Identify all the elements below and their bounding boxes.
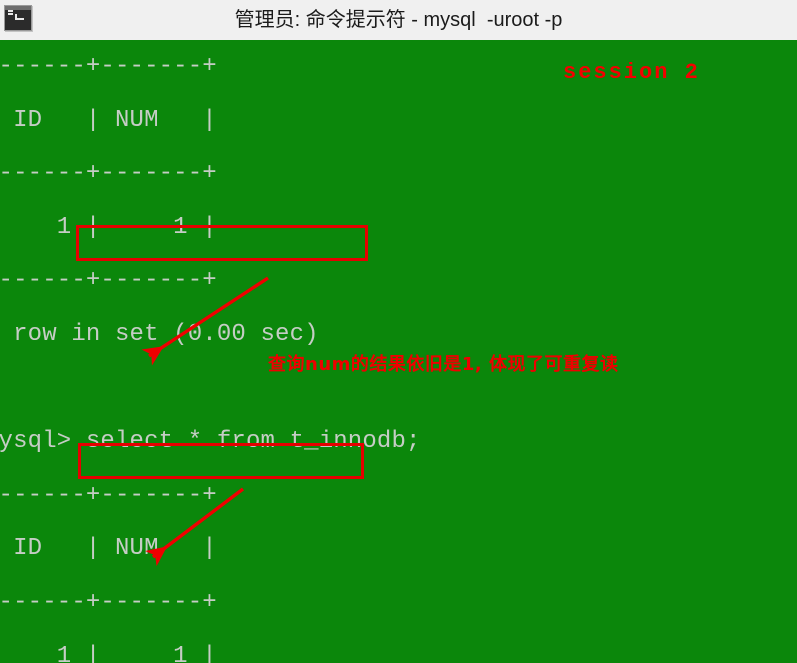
terminal-line: +------+-------+	[0, 267, 217, 295]
terminal-line: +------+-------+	[0, 160, 217, 188]
terminal-line: +------+-------+	[0, 481, 217, 509]
screenshot-root: 管理员: 命令提示符 - mysql -uroot -p +------+---…	[0, 0, 797, 663]
session-label-annotation: session 2	[563, 60, 700, 85]
terminal-line: | 1 | 1 |	[0, 642, 217, 663]
window-title-bar: 管理员: 命令提示符 - mysql -uroot -p	[0, 0, 797, 41]
repeatable-read-note-annotation: 查询num的结果依旧是1, 体现了可重复读	[268, 354, 619, 375]
window-title: 管理员: 命令提示符 - mysql -uroot -p	[234, 9, 563, 31]
terminal-line: +------+-------+	[0, 588, 217, 616]
terminal-line: mysql> select * from t_innodb;	[0, 428, 421, 456]
terminal-line: | ID | NUM |	[0, 535, 217, 563]
terminal-line: | 1 | 1 |	[0, 213, 217, 241]
terminal-line: | ID | NUM |	[0, 106, 217, 134]
